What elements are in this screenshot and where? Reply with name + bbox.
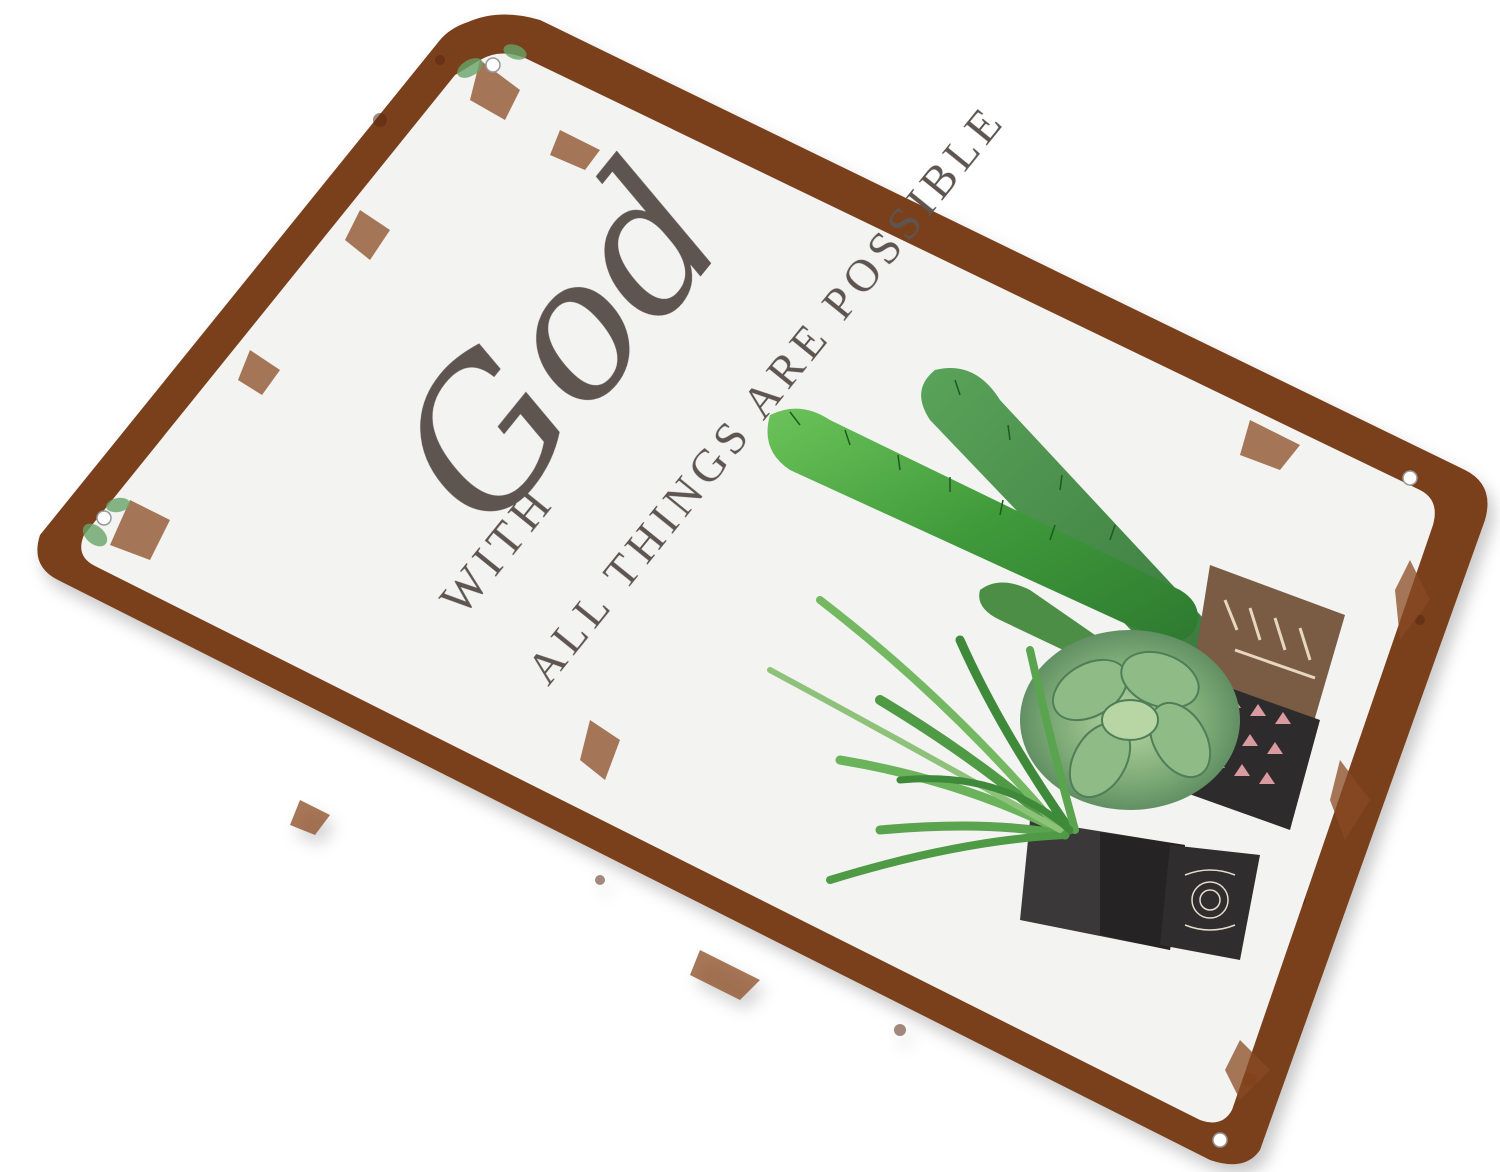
product-photo: WITH God ALL THINGS ARE POSSIBLE <box>37 14 1488 1165</box>
screw-hole-top-right <box>1402 470 1418 486</box>
screw-hole-bottom-right <box>1212 1132 1228 1148</box>
succulent-icon <box>1020 630 1240 810</box>
screw-hole-bottom-left <box>96 510 112 526</box>
screw-hole-top-left <box>485 57 501 73</box>
